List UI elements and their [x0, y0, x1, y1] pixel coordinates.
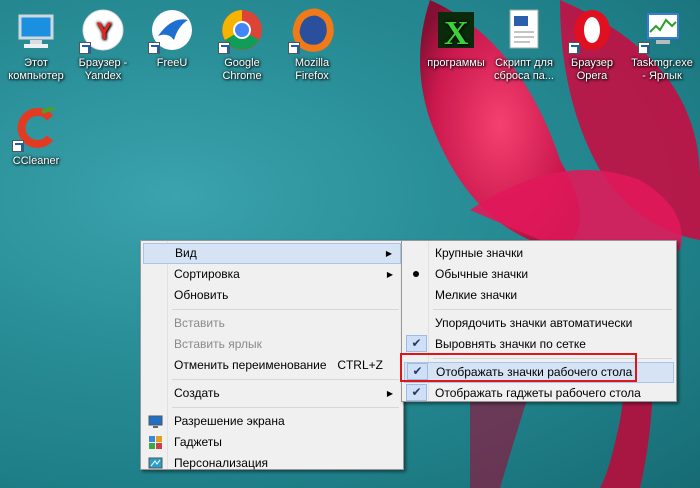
- shortcut-arrow-icon: [148, 42, 160, 54]
- shortcut-arrow-icon: [288, 42, 300, 54]
- radio-selected-icon: [413, 271, 419, 277]
- menu-shortcut-text: CTRL+Z: [337, 358, 383, 372]
- menu-separator: [172, 309, 399, 310]
- menu-item-personalization[interactable]: Персонализация: [143, 453, 401, 474]
- desktop-context-menu: Вид ▶ Сортировка ▶ Обновить Вставить Вст…: [140, 240, 404, 470]
- menu-item-label: Вставить: [174, 316, 225, 330]
- menu-item-small-icons[interactable]: Мелкие значки: [404, 285, 674, 306]
- menu-item-screen-resolution[interactable]: Разрешение экрана: [143, 411, 401, 432]
- shortcut-arrow-icon: [638, 42, 650, 54]
- monitor-icon: [148, 415, 163, 428]
- menu-item-refresh[interactable]: Обновить: [143, 285, 401, 306]
- desktop-icon-firefox[interactable]: Mozilla Firefox: [276, 0, 348, 83]
- desktop-icon-freeu[interactable]: FreeU: [136, 0, 208, 70]
- menu-separator: [172, 379, 399, 380]
- menu-item-label: Создать: [174, 386, 220, 400]
- desktop-icon-taskmgr[interactable]: Taskmgr.exe - Ярлык: [626, 0, 698, 83]
- shortcut-arrow-icon: [79, 42, 91, 54]
- menu-item-label: Отображать гаджеты рабочего стола: [435, 386, 641, 400]
- menu-item-show-gadgets[interactable]: ✔ Отображать гаджеты рабочего стола: [404, 383, 674, 404]
- desktop-icon-this-pc[interactable]: Этот компьютер: [0, 0, 72, 83]
- menu-item-label: Обновить: [174, 288, 229, 302]
- menu-item-label: Отменить переименование: [174, 358, 327, 372]
- checkmark-icon: ✔: [406, 384, 427, 401]
- submenu-arrow-icon: ▶: [385, 249, 392, 258]
- menu-item-align-to-grid[interactable]: ✔ Выровнять значки по сетке: [404, 334, 674, 355]
- menu-item-undo-rename[interactable]: Отменить переименование CTRL+Z: [143, 355, 401, 376]
- desktop-icon-ccleaner[interactable]: CCleaner: [0, 98, 72, 168]
- desktop-icon-yandex[interactable]: Y Браузер - Yandex: [67, 0, 139, 83]
- menu-item-label: Мелкие значки: [435, 288, 518, 302]
- menu-item-label: Упорядочить значки автоматически: [435, 316, 633, 330]
- menu-item-label: Гаджеты: [174, 435, 222, 449]
- script-file-icon: [509, 9, 539, 49]
- desktop-icon-programs[interactable]: X программы: [420, 0, 492, 70]
- submenu-arrow-icon: ▶: [386, 270, 393, 279]
- menu-separator: [433, 309, 672, 310]
- shortcut-arrow-icon: [218, 42, 230, 54]
- menu-item-medium-icons[interactable]: Обычные значки: [404, 264, 674, 285]
- menu-item-paste[interactable]: Вставить: [143, 313, 401, 334]
- menu-item-auto-arrange[interactable]: Упорядочить значки автоматически: [404, 313, 674, 334]
- highlight-box: [400, 353, 637, 382]
- menu-item-label: Персонализация: [174, 456, 269, 470]
- menu-separator: [172, 407, 399, 408]
- submenu-arrow-icon: ▶: [386, 389, 393, 398]
- menu-item-gadgets[interactable]: Гаджеты: [143, 432, 401, 453]
- menu-item-large-icons[interactable]: Крупные значки: [404, 243, 674, 264]
- menu-item-label: Вид: [175, 246, 197, 260]
- computer-icon: [18, 14, 54, 48]
- gadgets-icon: [149, 436, 162, 449]
- menu-item-label: Обычные значки: [435, 267, 529, 281]
- menu-item-paste-shortcut[interactable]: Вставить ярлык: [143, 334, 401, 355]
- checkmark-icon: ✔: [406, 335, 427, 352]
- menu-item-create[interactable]: Создать ▶: [143, 383, 401, 404]
- menu-item-view[interactable]: Вид ▶: [143, 243, 401, 264]
- programs-icon: X: [438, 12, 474, 52]
- menu-item-label: Разрешение экрана: [174, 414, 285, 428]
- shortcut-arrow-icon: [12, 140, 24, 152]
- desktop-icon-chrome[interactable]: Google Chrome: [206, 0, 278, 83]
- shortcut-arrow-icon: [568, 42, 580, 54]
- menu-item-label: Выровнять значки по сетке: [435, 337, 586, 351]
- svg-text:Y: Y: [96, 18, 112, 45]
- desktop-icon-opera[interactable]: Браузер Opera: [556, 0, 628, 83]
- personalization-icon: [148, 457, 163, 469]
- svg-text:X: X: [444, 15, 469, 52]
- menu-item-label: Вставить ярлык: [174, 337, 262, 351]
- desktop-icon-script[interactable]: Скрипт для сброса па...: [488, 0, 560, 83]
- menu-item-label: Крупные значки: [435, 246, 524, 260]
- menu-item-label: Сортировка: [174, 267, 240, 281]
- menu-item-sort[interactable]: Сортировка ▶: [143, 264, 401, 285]
